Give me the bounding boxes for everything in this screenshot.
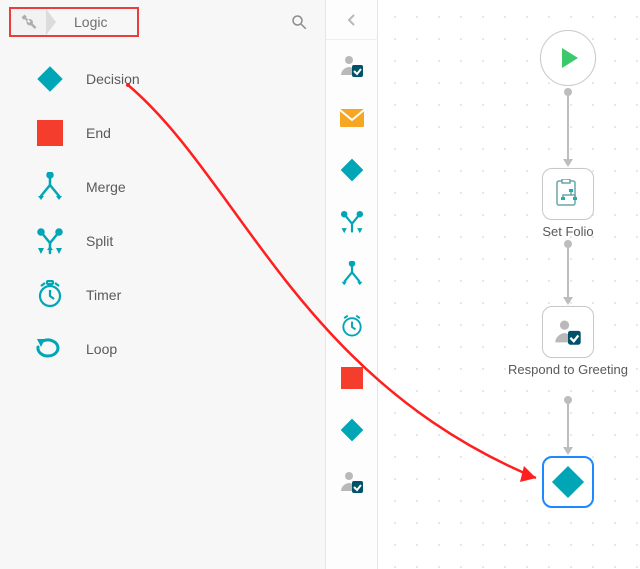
breadcrumb-label: Logic [56,14,107,30]
flow-canvas[interactable]: Set Folio Respond to Greeting [378,0,640,569]
tool-strip [326,0,378,569]
strip-clock[interactable] [326,300,378,352]
connector-arrow-icon [563,297,573,305]
strip-split[interactable] [326,196,378,248]
connector-arrow-icon [563,159,573,167]
strip-end[interactable] [326,352,378,404]
strip-diamond[interactable] [326,144,378,196]
palette-merge[interactable]: Merge [0,160,325,214]
merge-icon [34,171,66,203]
node-label: Respond to Greeting [508,362,628,378]
connector [567,92,569,160]
palette-decision[interactable]: Decision [0,52,325,106]
decision-drop-node[interactable] [542,456,594,508]
set-folio-node[interactable] [542,168,594,220]
node-label: Set Folio [508,224,628,240]
diamond-icon [34,63,66,95]
split-icon [34,225,66,257]
loop-icon [34,333,66,365]
tools-icon [11,9,47,35]
palette-item-label: Timer [86,287,121,303]
breadcrumb[interactable]: Logic [9,7,139,37]
palette-item-label: End [86,125,111,141]
palette-item-label: Merge [86,179,126,195]
search-icon[interactable] [289,12,309,32]
strip-merge[interactable] [326,248,378,300]
palette-item-label: Decision [86,71,140,87]
palette-item-label: Split [86,233,113,249]
palette-split[interactable]: Split [0,214,325,268]
palette-timer[interactable]: Timer [0,268,325,322]
respond-node[interactable] [542,306,594,358]
strip-person-check[interactable] [326,40,378,92]
connector-arrow-icon [563,447,573,455]
square-icon [34,117,66,149]
palette-panel: Logic Decision End Merge Split [0,0,326,569]
strip-diamond2[interactable] [326,404,378,456]
clock-icon [34,279,66,311]
palette-loop[interactable]: Loop [0,322,325,376]
strip-mail[interactable] [326,92,378,144]
palette-list: Decision End Merge Split Timer [0,52,325,376]
palette-end[interactable]: End [0,106,325,160]
collapse-chevron-icon[interactable] [326,0,378,40]
strip-person2[interactable] [326,456,378,508]
palette-item-label: Loop [86,341,117,357]
connector [567,244,569,298]
start-node[interactable] [540,30,596,86]
connector [567,400,569,448]
